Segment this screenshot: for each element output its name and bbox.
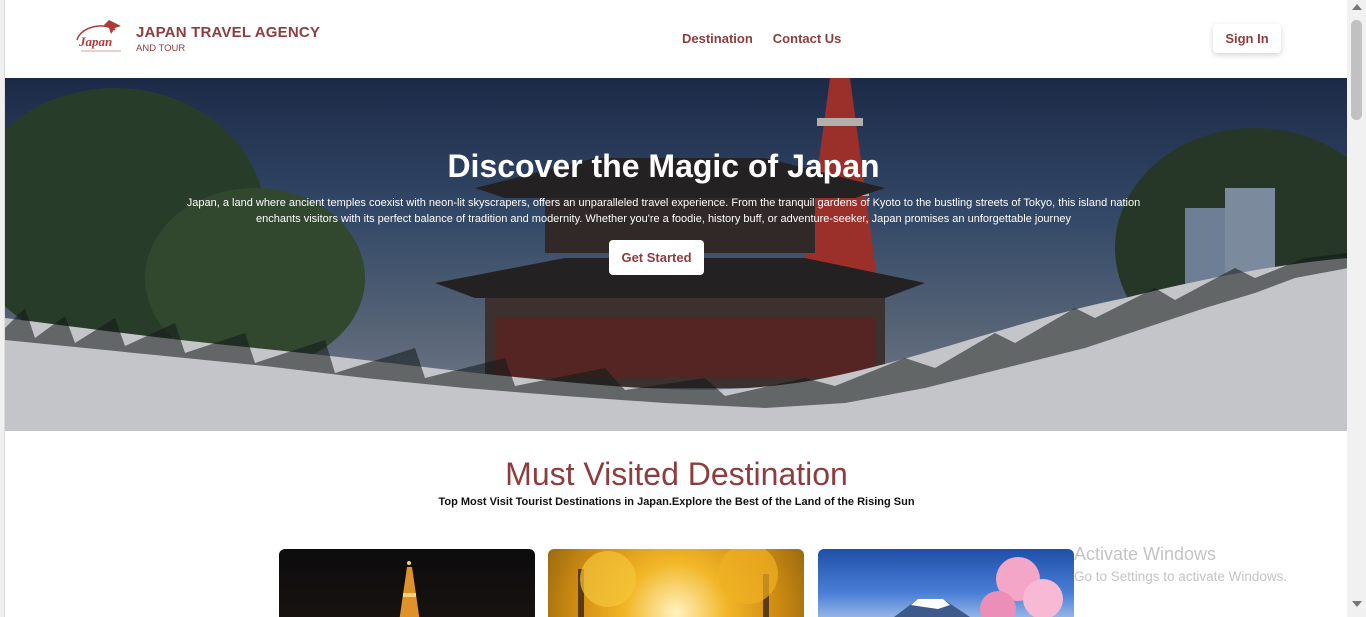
scroll-up-arrow-icon[interactable]: [1352, 4, 1362, 10]
destination-card-mount-fuji[interactable]: [818, 549, 1074, 617]
windows-activation-title: Activate Windows: [1074, 544, 1217, 564]
hero-description: Japan, a land where ancient temples coex…: [186, 197, 1141, 225]
destination-card-autumn-trees[interactable]: [548, 549, 804, 617]
site-header: Japan JAPAN TRAVEL AGENCY AND TOUR Desti…: [5, 0, 1347, 78]
get-started-button[interactable]: Get Started: [609, 240, 704, 275]
nav-link-destination[interactable]: Destination: [682, 31, 753, 46]
brand-title[interactable]: JAPAN TRAVEL AGENCY: [136, 24, 320, 41]
tokyo-tower-night-image: [399, 561, 420, 617]
hero-banner: Discover the Magic of Japan Japan, a lan…: [5, 78, 1347, 431]
destinations-subtitle: Top Most Visit Tourist Destinations in J…: [438, 496, 915, 508]
brand-subtitle: AND TOUR: [136, 43, 186, 54]
nav-link-contact-us[interactable]: Contact Us: [773, 31, 842, 46]
windows-activation-subtitle: Go to Settings to activate Windows.: [1074, 569, 1288, 584]
destinations-title: Must Visited Destination: [505, 456, 848, 492]
mount-fuji-sakura-image: [894, 557, 1063, 617]
browser-viewport: Japan JAPAN TRAVEL AGENCY AND TOUR Desti…: [4, 0, 1347, 617]
destination-card-tokyo-tower[interactable]: [279, 549, 535, 617]
main-nav: Destination Contact Us: [682, 31, 841, 46]
sign-in-button[interactable]: Sign In: [1213, 24, 1281, 53]
scroll-down-arrow-icon[interactable]: [1352, 601, 1362, 607]
vertical-scrollbar[interactable]: [1348, 0, 1366, 617]
japan-logo-icon[interactable]: Japan: [71, 16, 127, 56]
autumn-ginkgo-image: [578, 549, 778, 617]
scrollbar-thumb[interactable]: [1351, 20, 1362, 120]
svg-text:Japan: Japan: [78, 34, 112, 49]
hero-title: Discover the Magic of Japan: [447, 148, 880, 184]
